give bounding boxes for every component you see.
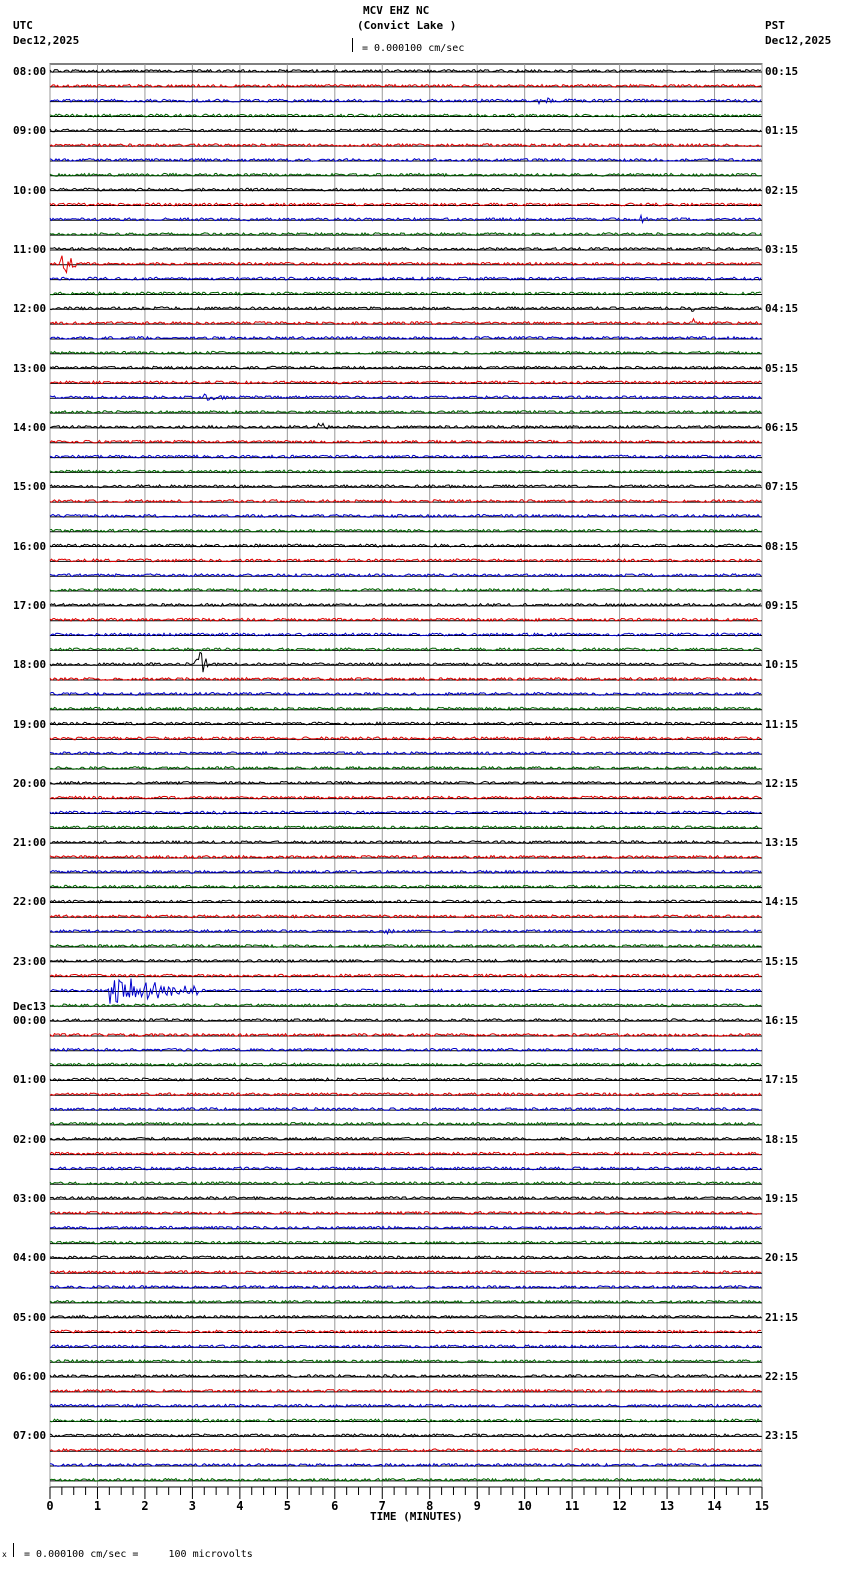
pst-hour-label: 13:15 — [765, 836, 799, 850]
pst-hour-label: 07:15 — [765, 480, 799, 494]
seismic-trace — [49, 543, 762, 548]
pst-hour-label: 23:15 — [765, 1429, 799, 1443]
pst-hour-label: 08:15 — [765, 539, 799, 553]
utc-hour-label: 18:00 — [13, 658, 47, 672]
x-tick-label: 1 — [94, 1499, 101, 1513]
utc-hour-label: 13:00 — [13, 361, 47, 375]
x-tick-label: 11 — [565, 1499, 579, 1513]
utc-hour-label: 20:00 — [13, 776, 47, 790]
seismic-trace — [49, 213, 762, 225]
seismic-trace — [49, 317, 762, 326]
utc-hour-label: 16:00 — [13, 539, 47, 553]
x-tick-label: 4 — [236, 1499, 243, 1513]
date-change-label: Dec13 — [13, 1000, 47, 1014]
x-tick-label: 12 — [612, 1499, 626, 1513]
pst-hour-label: 02:15 — [765, 183, 799, 197]
utc-hour-label: 15:00 — [13, 480, 47, 494]
x-tick-label: 10 — [517, 1499, 531, 1513]
pst-hour-label: 06:15 — [765, 420, 799, 434]
x-tick-label: 13 — [660, 1499, 674, 1513]
utc-hour-label: 17:00 — [13, 598, 47, 612]
utc-hour-label: 23:00 — [13, 954, 47, 968]
pst-hour-label: 17:15 — [765, 1073, 799, 1087]
pst-hour-label: 20:15 — [765, 1251, 799, 1265]
utc-hour-label: 12:00 — [13, 302, 47, 316]
utc-hour-label: 00:00 — [13, 1014, 47, 1028]
utc-hour-label: 11:00 — [13, 242, 47, 256]
seismic-trace — [49, 928, 762, 936]
pst-hour-label: 18:15 — [765, 1132, 799, 1146]
x-tick-label: 6 — [331, 1499, 338, 1513]
utc-hour-label: 10:00 — [13, 183, 47, 197]
utc-hour-label: 21:00 — [13, 836, 47, 850]
pst-hour-label: 09:15 — [765, 598, 799, 612]
x-tick-label: 14 — [707, 1499, 721, 1513]
x-tick-label: 5 — [284, 1499, 291, 1513]
utc-hour-label: 07:00 — [13, 1429, 47, 1443]
seismic-trace — [49, 255, 762, 275]
utc-hour-label: 14:00 — [13, 420, 47, 434]
pst-hour-label: 11:15 — [765, 717, 799, 731]
x-tick-label: 2 — [141, 1499, 148, 1513]
pst-hour-label: 16:15 — [765, 1014, 799, 1028]
pst-hour-label: 10:15 — [765, 658, 799, 672]
seismic-trace — [49, 172, 762, 178]
seismic-trace — [49, 632, 762, 637]
seismic-trace — [49, 651, 762, 673]
pst-hour-label: 01:15 — [765, 124, 799, 138]
utc-hour-label: 22:00 — [13, 895, 47, 909]
utc-hour-label: 09:00 — [13, 124, 47, 138]
utc-hour-label: 04:00 — [13, 1251, 47, 1265]
x-tick-label: 0 — [46, 1499, 53, 1513]
utc-hour-label: 02:00 — [13, 1132, 47, 1146]
pst-hour-label: 00:15 — [765, 65, 799, 78]
pst-hour-label: 21:15 — [765, 1310, 799, 1324]
seismic-trace — [49, 393, 762, 401]
pst-hour-label: 19:15 — [765, 1192, 799, 1206]
utc-hour-label: 03:00 — [13, 1192, 47, 1206]
utc-hour-label: 08:00 — [13, 65, 47, 78]
pst-hour-label: 03:15 — [765, 242, 799, 256]
seismogram-plot: 0 1 2 3 4 5 6 7 8 9 10 11 12 13 14 15 — [46, 63, 769, 1513]
helicorder: MCV EHZ NC (Convict Lake ) UTC Dec12,202… — [0, 0, 850, 1584]
pst-hour-label: 22:15 — [765, 1370, 799, 1384]
x-tick-label: 7 — [379, 1499, 386, 1513]
pst-hour-label: 12:15 — [765, 776, 799, 790]
x-tick-label: 9 — [474, 1499, 481, 1513]
pst-hour-label: 14:15 — [765, 895, 799, 909]
pst-hour-label: 05:15 — [765, 361, 799, 375]
utc-hour-label: 19:00 — [13, 717, 47, 731]
x-tick-label: 8 — [426, 1499, 433, 1513]
utc-hour-label: 06:00 — [13, 1370, 47, 1384]
utc-hour-label: 05:00 — [13, 1310, 47, 1324]
utc-hour-label: 01:00 — [13, 1073, 47, 1087]
pst-hour-label: 04:15 — [765, 302, 799, 316]
x-tick-label: 3 — [189, 1499, 196, 1513]
x-tick-label: 15 — [755, 1499, 769, 1513]
pst-hour-label: 15:15 — [765, 954, 799, 968]
seismic-trace — [49, 97, 762, 106]
